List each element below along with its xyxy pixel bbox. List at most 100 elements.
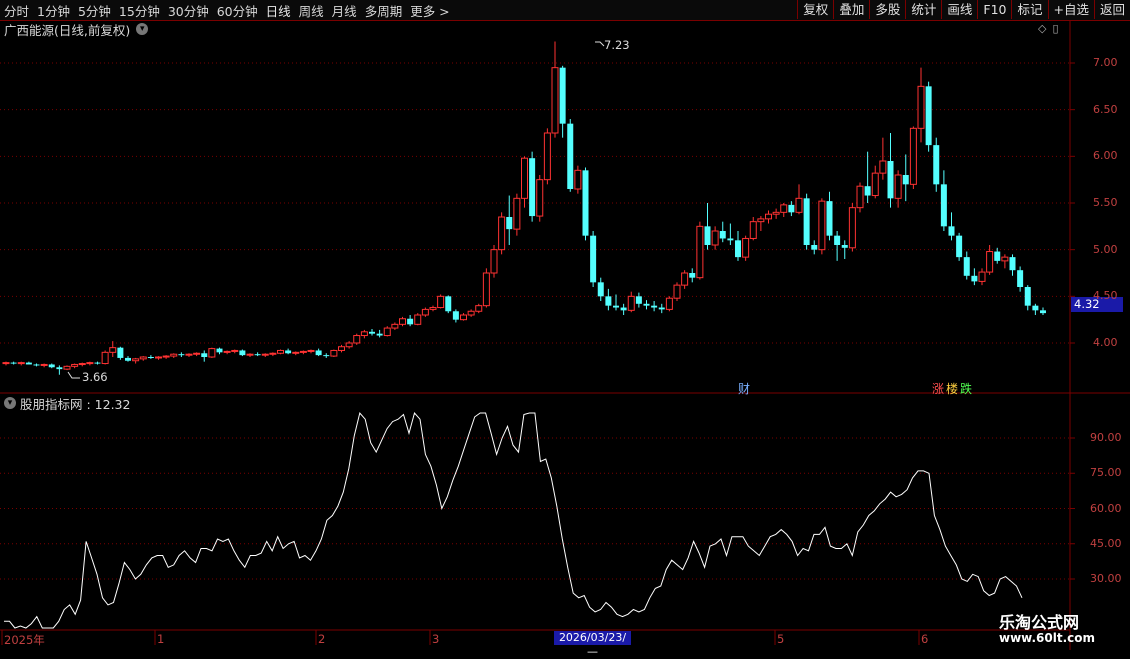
candle-body: [421, 308, 429, 316]
candle-body: [894, 174, 902, 199]
limit-up-marker[interactable]: 涨: [932, 380, 944, 397]
kline-chart[interactable]: [0, 0, 1130, 650]
candle-body: [437, 295, 445, 309]
candle-body: [155, 356, 162, 359]
price-tick-label: 4.50: [1093, 289, 1118, 303]
candle-body: [482, 272, 490, 307]
candle-body: [841, 245, 848, 248]
candle-body: [719, 231, 726, 239]
candle-body: [521, 157, 528, 199]
candle-body: [1001, 256, 1009, 262]
candle-body: [742, 237, 750, 258]
candle-body: [445, 296, 452, 312]
candle-body: [635, 296, 642, 304]
candle-body: [879, 160, 887, 174]
candle-body: [185, 353, 193, 356]
candle-body: [963, 257, 970, 276]
candle-body: [208, 348, 216, 358]
candle-body: [201, 353, 208, 357]
candle-body: [56, 367, 63, 370]
candle-body: [673, 284, 681, 299]
candle-body: [711, 230, 719, 246]
candle-body: [261, 353, 269, 356]
cursor-date-tag: 2026/03/23/—: [554, 631, 631, 658]
candle-body: [63, 365, 71, 370]
candle-body: [826, 201, 833, 236]
candle-body: [178, 354, 185, 356]
candle-body: [986, 251, 994, 273]
candle-body: [971, 275, 978, 282]
candle-body: [689, 273, 696, 278]
finance-marker[interactable]: 财: [738, 380, 750, 397]
candle-body: [902, 175, 909, 185]
candle-body: [170, 353, 178, 357]
candle-body: [429, 307, 437, 310]
candle-body: [162, 355, 170, 358]
price-tick-label: 4.00: [1093, 336, 1118, 349]
candle-body: [360, 331, 368, 337]
candle-body: [269, 352, 277, 355]
candle-body: [10, 362, 17, 364]
candle-body: [948, 226, 955, 236]
candle-body: [71, 363, 79, 367]
candle-body: [323, 355, 330, 357]
candle-body: [620, 307, 627, 311]
price-tick-label: 5.50: [1093, 196, 1118, 209]
candle-body: [956, 235, 963, 258]
candle-body: [925, 86, 932, 146]
chevron-down-icon[interactable]: ▾: [4, 397, 16, 409]
candle-body: [658, 307, 665, 310]
indicator-title-bar: ▾ 股朋指标网 : 12.32: [4, 395, 131, 412]
candle-body: [811, 245, 818, 250]
candle-body: [376, 333, 383, 336]
candle-body: [277, 349, 284, 354]
candle-body: [627, 295, 635, 311]
candle-body: [25, 362, 32, 365]
candle-body: [40, 363, 48, 366]
candle-body: [940, 184, 947, 227]
candle-body: [490, 249, 498, 274]
candle-body: [414, 314, 422, 325]
candle-body: [1009, 257, 1016, 271]
candle-body: [681, 272, 689, 286]
candle-body: [193, 352, 201, 355]
candle-body: [765, 213, 772, 220]
candle-body: [643, 303, 650, 306]
candle-body: [239, 350, 246, 356]
candle-body: [452, 311, 459, 320]
candle-body: [383, 327, 391, 337]
indicator-tick-label: 45.00: [1090, 536, 1122, 550]
price-tick-label: 6.50: [1093, 102, 1118, 116]
dragon-tiger-marker[interactable]: 楼: [946, 380, 958, 397]
candle-body: [139, 356, 147, 360]
candle-body: [795, 197, 803, 213]
candle-body: [1040, 310, 1046, 314]
candle-body: [254, 354, 261, 356]
candle-body: [978, 271, 986, 282]
candle-body: [460, 314, 467, 321]
candle-body: [307, 349, 315, 352]
price-tick-label: 5.00: [1093, 242, 1118, 256]
candle-body: [17, 362, 25, 365]
candle-body: [315, 350, 322, 356]
indicator-title: 股朋指标网 : 12.32: [20, 396, 131, 412]
candle-body: [132, 358, 140, 362]
watermark-title: 乐淘公式网: [999, 613, 1080, 632]
candle-body: [536, 179, 544, 217]
candle-body: [285, 350, 292, 354]
watermark-url: www.60lt.com: [999, 631, 1096, 645]
candle-body: [506, 217, 513, 230]
limit-down-marker[interactable]: 跌: [960, 380, 972, 397]
indicator-tick-label: 30.00: [1090, 572, 1122, 585]
candle-body: [613, 305, 619, 308]
candle-body: [125, 357, 131, 361]
candle-body: [818, 200, 826, 251]
candle-body: [399, 318, 406, 325]
candle-body: [246, 353, 254, 356]
candle-body: [590, 235, 597, 283]
candle-body: [757, 218, 765, 223]
candle-body: [498, 216, 506, 251]
candle-body: [887, 161, 894, 199]
candle-body: [101, 351, 109, 365]
candle-body: [345, 342, 353, 348]
